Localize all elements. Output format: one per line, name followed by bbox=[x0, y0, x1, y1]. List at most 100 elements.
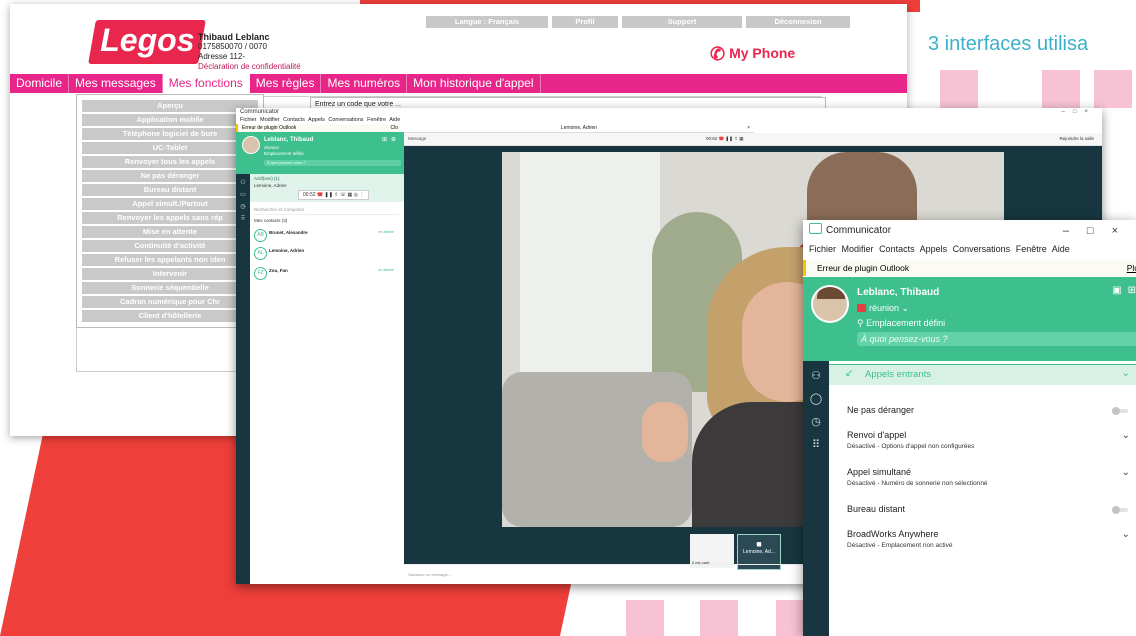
function-item[interactable]: Bureau distant bbox=[82, 184, 258, 196]
list-item[interactable]: AL Lemoine, Adrien bbox=[254, 246, 404, 262]
menu-rules[interactable]: Mes règles bbox=[250, 74, 322, 93]
participant-thumbnails: Il est parti ■ Lemoine, Ad... bbox=[690, 534, 781, 570]
thumbnail[interactable]: Il est parti bbox=[690, 534, 734, 568]
contact-avatar: AL bbox=[254, 247, 267, 260]
contacts-icon[interactable]: ⚇ bbox=[236, 179, 250, 186]
chevron-down-icon[interactable]: ⌄ bbox=[1122, 529, 1130, 540]
profile-icons[interactable]: ⊞⊕ bbox=[382, 136, 400, 143]
function-item[interactable]: UC-Tablet bbox=[82, 142, 258, 154]
setting-row-remote-office[interactable]: Bureau distant bbox=[847, 504, 1136, 514]
tab-conversation[interactable]: Lemoine, Adrien × bbox=[404, 124, 754, 133]
history-icon[interactable]: ◷ bbox=[236, 203, 250, 210]
menu-call-history[interactable]: Mon historique d'appel bbox=[407, 74, 541, 93]
function-item[interactable]: Cadran numérique pour Chr bbox=[82, 296, 258, 308]
contact-status: en attente bbox=[378, 268, 394, 272]
function-item[interactable]: Sonnerie séquentielle bbox=[82, 282, 258, 294]
incoming-calls-header[interactable]: ↙ Appels entrants ⌄ bbox=[829, 364, 1136, 385]
function-item[interactable]: Téléphone logiciel de bure bbox=[82, 128, 258, 140]
active-contact[interactable]: Lemoine, Adrien bbox=[250, 183, 404, 188]
user-address: Adresse 112- bbox=[198, 52, 245, 61]
mood-input[interactable]: À quoi pensez-vous ? bbox=[264, 160, 401, 166]
warning-link[interactable]: Clo bbox=[390, 124, 398, 132]
mood-input[interactable]: À quoi pensez-vous ? bbox=[857, 332, 1136, 346]
menu-file[interactable]: Fichier bbox=[809, 244, 836, 254]
add-icon[interactable]: ⊞ bbox=[1128, 285, 1136, 296]
pink-block bbox=[700, 600, 738, 636]
avatar[interactable] bbox=[811, 285, 849, 323]
dialpad-icon[interactable]: ⠿ bbox=[803, 438, 829, 451]
menu-bar[interactable]: Fichier Modifier Contacts Appels Convers… bbox=[236, 116, 1102, 124]
function-item[interactable]: Ne pas déranger bbox=[82, 170, 258, 182]
status-flag-icon bbox=[857, 304, 866, 312]
menu-home[interactable]: Domicile bbox=[10, 74, 70, 93]
window-controls[interactable]: –□× bbox=[1063, 220, 1136, 242]
function-item[interactable]: Refuser les appelants non iden bbox=[82, 254, 258, 266]
function-item[interactable]: Client d'hôtellerie bbox=[82, 310, 258, 322]
contacts-header[interactable]: Mes contacts (3) bbox=[254, 218, 399, 223]
menu-window[interactable]: Fenêtre bbox=[1016, 244, 1047, 254]
function-item[interactable]: Application mobile bbox=[82, 114, 258, 126]
toggle[interactable] bbox=[1112, 407, 1128, 415]
chevron-down-icon[interactable]: ⌄ bbox=[1122, 467, 1130, 478]
function-item[interactable]: Renvoyer tous les appels bbox=[82, 156, 258, 168]
support-button[interactable]: Support bbox=[622, 16, 742, 28]
window-title: Communicator bbox=[240, 109, 280, 115]
plugin-warning: Erreur de plugin Outlook Plu bbox=[803, 260, 1136, 276]
function-item[interactable]: Mise en attente bbox=[82, 226, 258, 238]
menu-messages[interactable]: Mes messages bbox=[69, 74, 163, 93]
location-pin-icon: ⚲ bbox=[857, 318, 864, 328]
pink-block bbox=[626, 600, 664, 636]
join-room-button[interactable]: Rejoindre la salle bbox=[1059, 133, 1094, 145]
building-icon[interactable]: ▣ bbox=[1112, 285, 1127, 296]
toggle[interactable] bbox=[1112, 506, 1128, 514]
profile-header: Leblanc, Thibaud réunion Emplacement défi… bbox=[236, 132, 404, 174]
setting-row-call-forward[interactable]: Renvoi d'appel Désactivé - Options d'app… bbox=[847, 430, 1136, 450]
call-controls[interactable]: 00:52 ☎ ❚❚ ⇧ ☏ ▦ ◎ ⋮ bbox=[298, 190, 370, 200]
setting-row-simultaneous[interactable]: Appel simultané Désactivé - Numéro de so… bbox=[847, 467, 1136, 487]
window-controls[interactable]: –□× bbox=[1062, 108, 1096, 116]
call-controls[interactable]: 00:52 ☎ ❚❚ ⇧ ▦ bbox=[706, 133, 743, 145]
menu-edit[interactable]: Modifier bbox=[842, 244, 874, 254]
menu-numbers[interactable]: Mes numéros bbox=[321, 74, 408, 93]
app-icon bbox=[809, 223, 822, 234]
list-item[interactable]: AB Brunet, Alexandre en attente bbox=[254, 228, 404, 244]
function-item[interactable]: Aperçu bbox=[82, 100, 258, 112]
avatar[interactable] bbox=[242, 136, 260, 154]
menu-functions[interactable]: Mes fonctions bbox=[162, 74, 250, 93]
menu-conversations[interactable]: Conversations bbox=[953, 244, 1011, 254]
function-item[interactable]: Appel simult./Partout bbox=[82, 198, 258, 210]
profile-button[interactable]: Profil bbox=[552, 16, 618, 28]
function-item[interactable]: Renvoyer les appels sans rép bbox=[82, 212, 258, 224]
chat-icon[interactable]: ◯ bbox=[803, 392, 829, 405]
chat-icon[interactable]: ▭ bbox=[236, 191, 250, 198]
profile-name: Leblanc, Thibaud bbox=[857, 287, 940, 298]
menu-contacts[interactable]: Contacts bbox=[879, 244, 915, 254]
chevron-down-icon[interactable]: ⌄ bbox=[1122, 430, 1130, 441]
setting-row-dnd[interactable]: Ne pas déranger bbox=[847, 405, 1136, 415]
menu-bar: Fichier Modifier Contacts Appels Convers… bbox=[809, 244, 1070, 254]
pink-block bbox=[1042, 70, 1080, 108]
status-selector[interactable]: réunion ⌄ bbox=[857, 303, 909, 314]
location[interactable]: ⚲ Emplacement défini bbox=[857, 318, 945, 329]
close-icon[interactable]: × bbox=[747, 124, 750, 132]
profile-header: Leblanc, Thibaud réunion ⌄ ⚲ Emplacement… bbox=[803, 277, 1136, 361]
phone-icon: ✆ bbox=[710, 44, 726, 64]
privacy-link[interactable]: Déclaration de confidentialité bbox=[198, 62, 301, 72]
language-button[interactable]: Langue : Français bbox=[426, 16, 548, 28]
window-title: Communicator bbox=[826, 225, 892, 236]
menu-calls[interactable]: Appels bbox=[920, 244, 948, 254]
menu-help[interactable]: Aide bbox=[1052, 244, 1070, 254]
dialpad-icon[interactable]: ⠿ bbox=[236, 215, 250, 222]
message-toggle[interactable]: Message bbox=[408, 133, 426, 145]
search-input[interactable]: Rechercher et Composer bbox=[254, 206, 399, 215]
setting-row-broadworks[interactable]: BroadWorks Anywhere Désactivé - Emplacem… bbox=[847, 529, 1136, 549]
warning-link[interactable]: Plu bbox=[1127, 260, 1136, 276]
logout-button[interactable]: Déconnexion bbox=[746, 16, 850, 28]
list-item[interactable]: FZ Zou, Fan en attente bbox=[254, 266, 404, 282]
profile-status[interactable]: réunion Emplacement défini bbox=[264, 145, 304, 157]
call-history-icon[interactable]: ◷ bbox=[803, 415, 829, 428]
contacts-icon[interactable]: ⚇ bbox=[803, 369, 829, 382]
main-menu: Domicile Mes messages Mes fonctions Mes … bbox=[10, 74, 907, 93]
function-item[interactable]: Continuité d'activité bbox=[82, 240, 258, 252]
function-item[interactable]: Intervenir bbox=[82, 268, 258, 280]
